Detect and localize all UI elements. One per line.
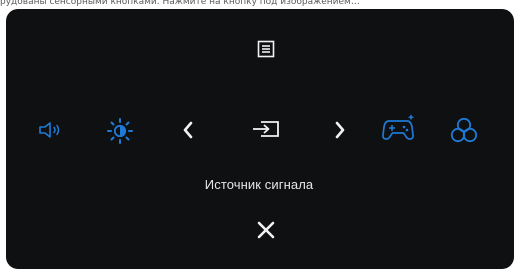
volume-icon[interactable] xyxy=(38,121,64,139)
chevron-right-icon[interactable] xyxy=(333,120,347,140)
selected-item-label: Источник сигнала xyxy=(204,177,314,192)
gamepad-icon[interactable] xyxy=(381,111,417,143)
input-source-icon[interactable] xyxy=(251,118,281,140)
close-icon[interactable] xyxy=(257,221,275,239)
color-circles-icon[interactable] xyxy=(449,115,479,145)
menu-icon[interactable] xyxy=(257,40,275,58)
brightness-icon[interactable] xyxy=(106,117,134,145)
chevron-left-icon[interactable] xyxy=(181,120,195,140)
